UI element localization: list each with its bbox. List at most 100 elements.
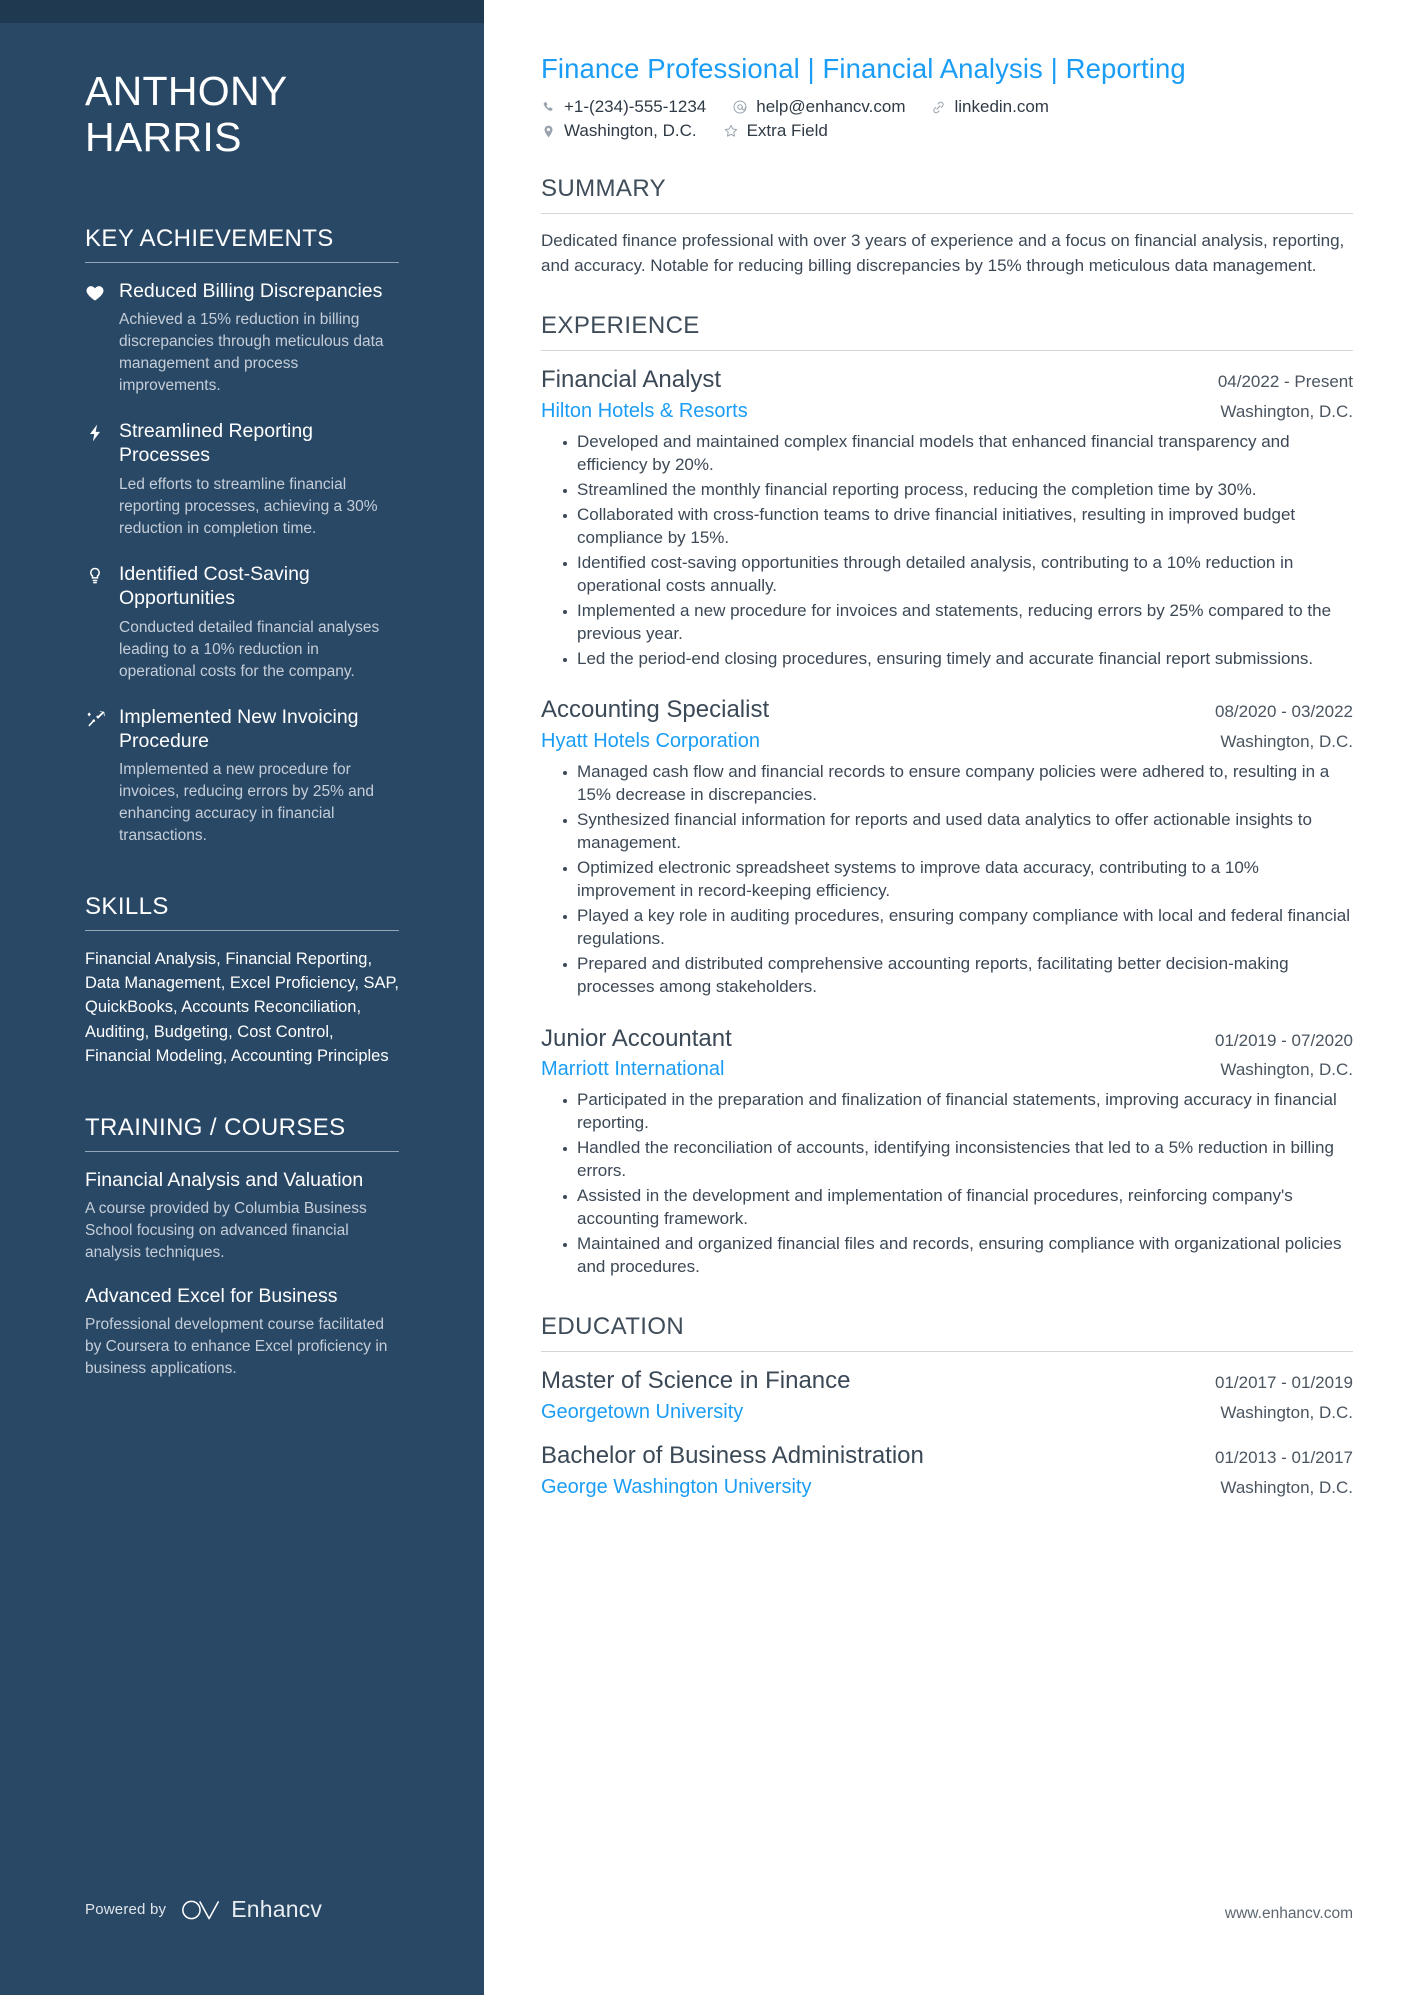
contact-email[interactable]: help@enhancv.com — [732, 97, 905, 117]
course-item: Financial Analysis and Valuation A cours… — [85, 1168, 399, 1264]
last-name: HARRIS — [85, 114, 242, 161]
sidebar-top-bar — [0, 0, 484, 23]
phone-text: +1-(234)-555-1234 — [564, 97, 707, 116]
skills-heading: SKILLS — [85, 893, 169, 921]
divider — [541, 1350, 1353, 1352]
achievement-description: Led efforts to streamline financial repo… — [119, 475, 378, 537]
contact-row-2: Washington, D.C. Extra Field — [541, 121, 1353, 141]
bullet-item: Played a key role in auditing procedures… — [563, 905, 1353, 951]
school-name[interactable]: George Washington University — [541, 1475, 812, 1499]
job-title: Junior Accountant — [541, 1024, 732, 1052]
job-location: Washington, D.C. — [1220, 732, 1353, 752]
sidebar: ANTHONY HARRIS KEY ACHIEVEMENTS Reduced … — [0, 0, 484, 1995]
achievement-item: Implemented New Invoicing Procedure Impl… — [85, 705, 399, 848]
achievement-title: Streamlined Reporting Processes — [119, 420, 314, 467]
bullet-item: Maintained and organized financial files… — [563, 1233, 1353, 1279]
key-achievements-section: KEY ACHIEVEMENTS Reduced Billing Discrep… — [85, 225, 399, 848]
lightning-bolt-icon — [85, 419, 119, 540]
location-text: Washington, D.C. — [564, 121, 697, 140]
trend-arrow-icon — [85, 705, 119, 848]
job-bullets: Participated in the preparation and fina… — [541, 1089, 1353, 1279]
bullet-item: Managed cash flow and financial records … — [563, 761, 1353, 807]
job-title: Financial Analyst — [541, 366, 722, 394]
achievement-item: Reduced Billing Discrepancies Achieved a… — [85, 279, 399, 397]
enhancv-logo: Enhancv — [180, 1896, 322, 1923]
school-location: Washington, D.C. — [1220, 1477, 1353, 1497]
company-name[interactable]: Marriott International — [541, 1057, 724, 1081]
first-name: ANTHONY — [85, 68, 288, 114]
summary-text: Dedicated finance professional with over… — [541, 231, 1345, 275]
powered-by-label: Powered by — [85, 1901, 167, 1918]
divider — [85, 930, 399, 932]
achievement-description: Implemented a new procedure for invoices… — [119, 761, 375, 845]
bullet-item: Synthesized financial information for re… — [563, 809, 1353, 855]
job-date: 08/2020 - 03/2022 — [1214, 702, 1353, 722]
degree-date: 01/2017 - 01/2019 — [1214, 1372, 1353, 1392]
powered-by-enhancv: Powered by Enhancv — [85, 1896, 322, 1923]
course-title: Financial Analysis and Valuation — [85, 1168, 364, 1191]
key-achievements-heading: KEY ACHIEVEMENTS — [85, 224, 334, 252]
job-date: 01/2019 - 07/2020 — [1214, 1030, 1353, 1050]
extra-field-text: Extra Field — [746, 121, 828, 140]
course-description: Professional development course facilita… — [85, 1316, 388, 1378]
lightbulb-icon — [85, 562, 119, 683]
bullet-item: Developed and maintained complex financi… — [563, 431, 1353, 477]
bullet-item: Handled the reconciliation of accounts, … — [563, 1137, 1353, 1183]
email-at-icon — [732, 99, 748, 115]
contact-info: +1-(234)-555-1234 help@enhancv.com linke… — [541, 97, 1353, 141]
skills-section: SKILLS Financial Analysis, Financial Rep… — [85, 893, 399, 1067]
divider — [541, 350, 1353, 352]
location-pin-icon — [541, 124, 556, 139]
achievement-title: Implemented New Invoicing Procedure — [119, 705, 359, 752]
divider — [85, 1150, 399, 1152]
experience-section: EXPERIENCE Financial Analyst 04/2022 - P… — [541, 312, 1353, 1279]
contact-linkedin[interactable]: linkedin.com — [931, 97, 1049, 117]
course-item: Advanced Excel for Business Professional… — [85, 1284, 399, 1380]
summary-section: SUMMARY Dedicated finance professional w… — [541, 175, 1353, 278]
star-icon — [723, 123, 739, 139]
training-courses-heading: TRAINING / COURSES — [85, 1113, 346, 1141]
footer-website[interactable]: www.enhancv.com — [1225, 1905, 1353, 1923]
skills-list: Financial Analysis, Financial Reporting,… — [85, 950, 399, 1065]
job-title: Accounting Specialist — [541, 696, 770, 724]
school-name[interactable]: Georgetown University — [541, 1400, 743, 1424]
experience-entry: Accounting Specialist 08/2020 - 03/2022 … — [541, 696, 1353, 998]
achievement-title: Identified Cost-Saving Opportunities — [119, 562, 310, 610]
achievement-description: Achieved a 15% reduction in billing disc… — [119, 311, 384, 395]
experience-heading: EXPERIENCE — [541, 312, 700, 340]
education-section: EDUCATION Master of Science in Finance 0… — [541, 1313, 1353, 1499]
contact-phone[interactable]: +1-(234)-555-1234 — [541, 97, 706, 117]
degree-title: Bachelor of Business Administration — [541, 1441, 924, 1469]
heart-icon — [85, 279, 119, 397]
job-location: Washington, D.C. — [1220, 1060, 1353, 1080]
divider — [85, 261, 399, 263]
candidate-name: ANTHONY HARRIS — [85, 0, 399, 161]
achievement-title: Reduced Billing Discrepancies — [119, 279, 383, 302]
bullet-item: Streamlined the monthly financial report… — [563, 479, 1353, 502]
email-text: help@enhancv.com — [756, 97, 906, 116]
company-name[interactable]: Hyatt Hotels Corporation — [541, 729, 760, 753]
job-bullets: Managed cash flow and financial records … — [541, 761, 1353, 998]
company-name[interactable]: Hilton Hotels & Resorts — [541, 399, 748, 423]
bullet-item: Led the period-end closing procedures, e… — [563, 648, 1353, 671]
bullet-item: Optimized electronic spreadsheet systems… — [563, 857, 1353, 903]
course-title: Advanced Excel for Business — [85, 1285, 338, 1308]
job-date: 04/2022 - Present — [1217, 372, 1353, 392]
education-heading: EDUCATION — [541, 1312, 685, 1340]
job-location: Washington, D.C. — [1220, 402, 1353, 422]
bullet-item: Assisted in the development and implemen… — [563, 1185, 1353, 1231]
bullet-item: Identified cost-saving opportunities thr… — [563, 552, 1353, 598]
achievement-description: Conducted detailed financial analyses le… — [119, 618, 380, 680]
summary-heading: SUMMARY — [541, 175, 667, 202]
education-entry: Bachelor of Business Administration 01/2… — [541, 1442, 1353, 1499]
achievement-item: Identified Cost-Saving Opportunities Con… — [85, 562, 399, 683]
contact-location: Washington, D.C. — [541, 121, 697, 141]
contact-extra-field: Extra Field — [723, 121, 828, 141]
bullet-item: Collaborated with cross-function teams t… — [563, 504, 1353, 550]
bullet-item: Implemented a new procedure for invoices… — [563, 600, 1353, 646]
professional-headline: Finance Professional | Financial Analysi… — [541, 53, 1186, 84]
linkedin-text: linkedin.com — [954, 97, 1049, 116]
course-description: A course provided by Columbia Business S… — [85, 1200, 367, 1262]
main-content: Finance Professional | Financial Analysi… — [484, 0, 1410, 1995]
education-entry: Master of Science in Finance 01/2017 - 0… — [541, 1367, 1353, 1424]
